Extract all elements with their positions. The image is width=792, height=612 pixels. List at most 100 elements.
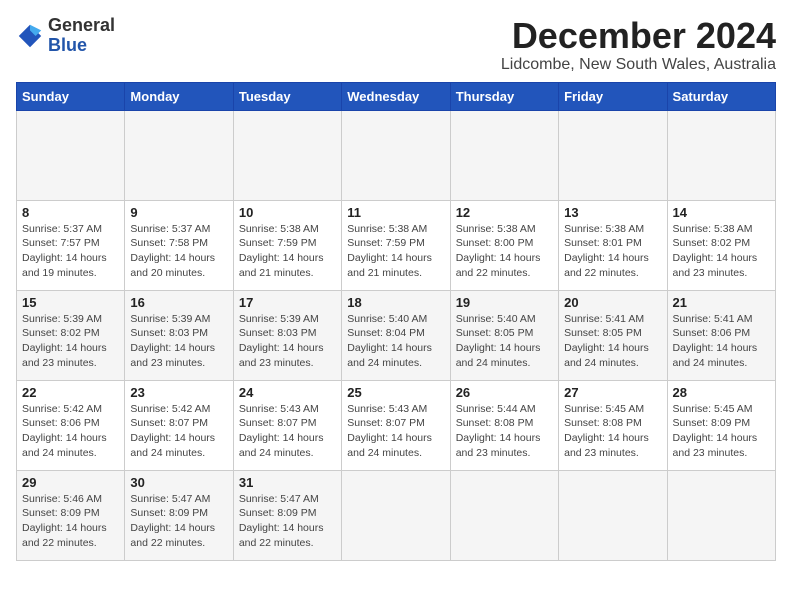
calendar-cell: 9 Sunrise: 5:37 AMSunset: 7:58 PMDaylight… [125, 200, 233, 290]
header-row: SundayMondayTuesdayWednesdayThursdayFrid… [17, 82, 776, 110]
day-detail: Sunrise: 5:41 AMSunset: 8:05 PMDaylight:… [564, 313, 649, 369]
day-detail: Sunrise: 5:47 AMSunset: 8:09 PMDaylight:… [130, 493, 215, 549]
calendar-cell: 16 Sunrise: 5:39 AMSunset: 8:03 PMDayligh… [125, 290, 233, 380]
day-number: 12 [456, 205, 553, 220]
calendar-cell: 15 Sunrise: 5:39 AMSunset: 8:02 PMDayligh… [17, 290, 125, 380]
calendar-cell: 21 Sunrise: 5:41 AMSunset: 8:06 PMDayligh… [667, 290, 775, 380]
calendar-cell: 30 Sunrise: 5:47 AMSunset: 8:09 PMDayligh… [125, 470, 233, 560]
day-number: 16 [130, 295, 227, 310]
day-number: 26 [456, 385, 553, 400]
calendar-cell [667, 110, 775, 200]
col-header-thursday: Thursday [450, 82, 558, 110]
day-detail: Sunrise: 5:43 AMSunset: 8:07 PMDaylight:… [347, 403, 432, 459]
calendar-cell [17, 110, 125, 200]
calendar-cell [342, 470, 450, 560]
calendar-cell: 29 Sunrise: 5:46 AMSunset: 8:09 PMDayligh… [17, 470, 125, 560]
page-header: General Blue December 2024 Lidcombe, New… [16, 16, 776, 74]
calendar-cell: 24 Sunrise: 5:43 AMSunset: 8:07 PMDayligh… [233, 380, 341, 470]
calendar-cell [559, 110, 667, 200]
day-number: 18 [347, 295, 444, 310]
day-number: 17 [239, 295, 336, 310]
col-header-monday: Monday [125, 82, 233, 110]
calendar-cell [667, 470, 775, 560]
day-number: 9 [130, 205, 227, 220]
day-number: 23 [130, 385, 227, 400]
col-header-saturday: Saturday [667, 82, 775, 110]
day-detail: Sunrise: 5:46 AMSunset: 8:09 PMDaylight:… [22, 493, 107, 549]
col-header-friday: Friday [559, 82, 667, 110]
week-row [17, 110, 776, 200]
calendar-cell [342, 110, 450, 200]
day-detail: Sunrise: 5:40 AMSunset: 8:04 PMDaylight:… [347, 313, 432, 369]
location: Lidcombe, New South Wales, Australia [501, 56, 776, 74]
day-detail: Sunrise: 5:42 AMSunset: 8:07 PMDaylight:… [130, 403, 215, 459]
day-detail: Sunrise: 5:38 AMSunset: 8:02 PMDaylight:… [673, 223, 758, 279]
calendar-cell: 11Sunrise: 5:38 AMSunset: 7:59 PMDayligh… [342, 200, 450, 290]
calendar-cell: 17 Sunrise: 5:39 AMSunset: 8:03 PMDayligh… [233, 290, 341, 380]
day-detail: Sunrise: 5:41 AMSunset: 8:06 PMDaylight:… [673, 313, 758, 369]
day-detail: Sunrise: 5:43 AMSunset: 8:07 PMDaylight:… [239, 403, 324, 459]
day-number: 31 [239, 475, 336, 490]
calendar-cell: 18 Sunrise: 5:40 AMSunset: 8:04 PMDayligh… [342, 290, 450, 380]
calendar-cell [559, 470, 667, 560]
calendar-cell [233, 110, 341, 200]
calendar-cell: 8 Sunrise: 5:37 AMSunset: 7:57 PMDaylight… [17, 200, 125, 290]
calendar-cell: 26 Sunrise: 5:44 AMSunset: 8:08 PMDayligh… [450, 380, 558, 470]
col-header-wednesday: Wednesday [342, 82, 450, 110]
week-row: 8 Sunrise: 5:37 AMSunset: 7:57 PMDaylight… [17, 200, 776, 290]
logo: General Blue [16, 16, 115, 56]
day-detail: Sunrise: 5:38 AMSunset: 7:59 PMDaylight:… [347, 223, 432, 279]
week-row: 15 Sunrise: 5:39 AMSunset: 8:02 PMDayligh… [17, 290, 776, 380]
day-detail: Sunrise: 5:39 AMSunset: 8:02 PMDaylight:… [22, 313, 107, 369]
day-detail: Sunrise: 5:38 AMSunset: 8:00 PMDaylight:… [456, 223, 541, 279]
logo-text: General Blue [48, 16, 115, 56]
calendar-cell: 20 Sunrise: 5:41 AMSunset: 8:05 PMDayligh… [559, 290, 667, 380]
day-number: 21 [673, 295, 770, 310]
calendar-cell: 22 Sunrise: 5:42 AMSunset: 8:06 PMDayligh… [17, 380, 125, 470]
day-number: 24 [239, 385, 336, 400]
day-number: 27 [564, 385, 661, 400]
day-detail: Sunrise: 5:39 AMSunset: 8:03 PMDaylight:… [130, 313, 215, 369]
day-detail: Sunrise: 5:40 AMSunset: 8:05 PMDaylight:… [456, 313, 541, 369]
day-number: 25 [347, 385, 444, 400]
calendar-cell: 13 Sunrise: 5:38 AMSunset: 8:01 PMDayligh… [559, 200, 667, 290]
day-detail: Sunrise: 5:42 AMSunset: 8:06 PMDaylight:… [22, 403, 107, 459]
day-number: 20 [564, 295, 661, 310]
calendar-cell: 12 Sunrise: 5:38 AMSunset: 8:00 PMDayligh… [450, 200, 558, 290]
day-number: 14 [673, 205, 770, 220]
logo-blue: Blue [48, 35, 87, 55]
day-detail: Sunrise: 5:37 AMSunset: 7:57 PMDaylight:… [22, 223, 107, 279]
day-number: 13 [564, 205, 661, 220]
calendar-cell: 27 Sunrise: 5:45 AMSunset: 8:08 PMDayligh… [559, 380, 667, 470]
week-row: 22 Sunrise: 5:42 AMSunset: 8:06 PMDayligh… [17, 380, 776, 470]
calendar-cell: 25 Sunrise: 5:43 AMSunset: 8:07 PMDayligh… [342, 380, 450, 470]
calendar-table: SundayMondayTuesdayWednesdayThursdayFrid… [16, 82, 776, 561]
calendar-cell: 14 Sunrise: 5:38 AMSunset: 8:02 PMDayligh… [667, 200, 775, 290]
col-header-sunday: Sunday [17, 82, 125, 110]
day-number: 8 [22, 205, 119, 220]
day-detail: Sunrise: 5:38 AMSunset: 8:01 PMDaylight:… [564, 223, 649, 279]
calendar-cell [450, 470, 558, 560]
day-number: 22 [22, 385, 119, 400]
day-number: 10 [239, 205, 336, 220]
day-detail: Sunrise: 5:47 AMSunset: 8:09 PMDaylight:… [239, 493, 324, 549]
calendar-cell: 10 Sunrise: 5:38 AMSunset: 7:59 PMDayligh… [233, 200, 341, 290]
logo-icon [16, 22, 44, 50]
title-block: December 2024 Lidcombe, New South Wales,… [501, 16, 776, 74]
day-number: 30 [130, 475, 227, 490]
day-number: 29 [22, 475, 119, 490]
week-row: 29 Sunrise: 5:46 AMSunset: 8:09 PMDayligh… [17, 470, 776, 560]
day-detail: Sunrise: 5:45 AMSunset: 8:08 PMDaylight:… [564, 403, 649, 459]
day-number: 15 [22, 295, 119, 310]
calendar-cell: 31 Sunrise: 5:47 AMSunset: 8:09 PMDayligh… [233, 470, 341, 560]
calendar-cell [125, 110, 233, 200]
calendar-cell: 19Sunrise: 5:40 AMSunset: 8:05 PMDayligh… [450, 290, 558, 380]
day-detail: Sunrise: 5:37 AMSunset: 7:58 PMDaylight:… [130, 223, 215, 279]
month-title: December 2024 [501, 16, 776, 56]
day-detail: Sunrise: 5:38 AMSunset: 7:59 PMDaylight:… [239, 223, 324, 279]
day-detail: Sunrise: 5:44 AMSunset: 8:08 PMDaylight:… [456, 403, 541, 459]
day-detail: Sunrise: 5:39 AMSunset: 8:03 PMDaylight:… [239, 313, 324, 369]
logo-general: General [48, 15, 115, 35]
day-number: 28 [673, 385, 770, 400]
calendar-cell: 23 Sunrise: 5:42 AMSunset: 8:07 PMDayligh… [125, 380, 233, 470]
